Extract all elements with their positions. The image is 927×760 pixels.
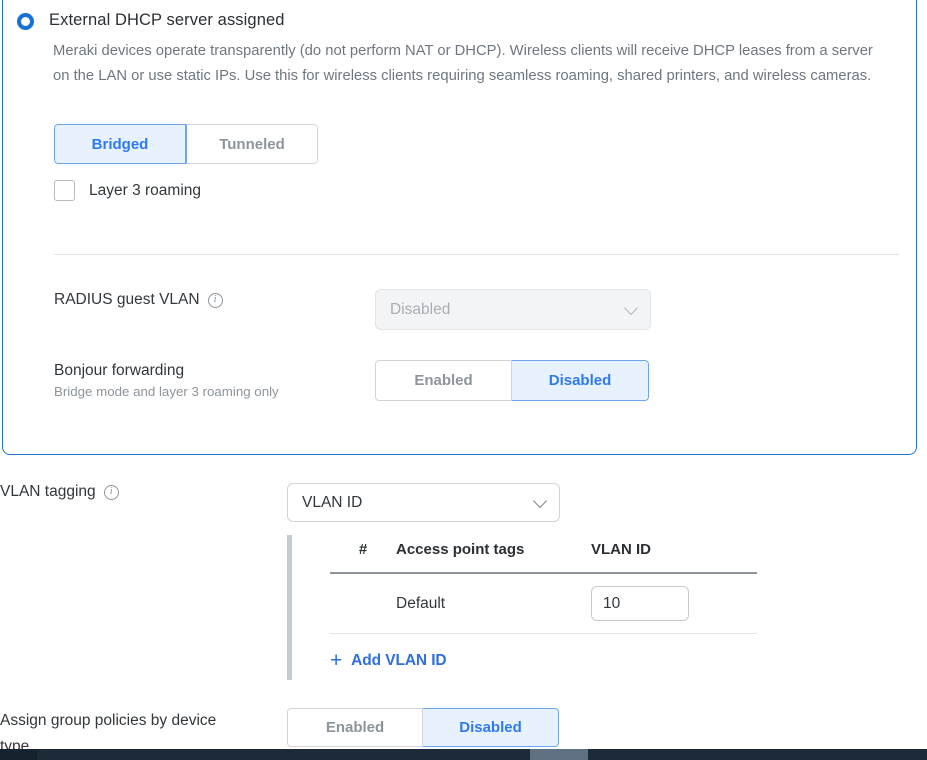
bonjour-option-enabled[interactable]: Enabled xyxy=(375,360,512,401)
bonjour-option-disabled[interactable]: Disabled xyxy=(512,360,649,401)
external-dhcp-card[interactable]: External DHCP server assigned Meraki dev… xyxy=(2,0,917,455)
plus-icon: + xyxy=(330,649,343,672)
vlan-table: # Access point tags VLAN ID Default xyxy=(330,535,757,634)
cell-row-number xyxy=(330,573,396,634)
column-header-vlan-id: VLAN ID xyxy=(591,535,757,574)
external-dhcp-description: Meraki devices operate transparently (do… xyxy=(53,43,873,84)
horizontal-scrollbar[interactable] xyxy=(0,749,927,760)
vlan-table-accent-bar xyxy=(287,535,292,680)
layer3-roaming-label: Layer 3 roaming xyxy=(89,181,202,199)
bonjour-forwarding-toggle[interactable]: Enabled Disabled xyxy=(375,360,649,401)
column-header-access-point-tags: Access point tags xyxy=(396,535,591,574)
external-dhcp-label: External DHCP server assigned xyxy=(49,11,285,29)
add-vlan-id-button[interactable]: + Add VLAN ID xyxy=(330,650,447,671)
assign-option-enabled[interactable]: Enabled xyxy=(287,708,423,747)
bonjour-forwarding-text: Bonjour forwarding xyxy=(54,362,185,379)
vlan-tagging-text: VLAN tagging xyxy=(0,483,96,500)
scrollbar-left-cap xyxy=(0,749,37,760)
vlan-tagging-label: VLAN tagging i xyxy=(0,483,119,501)
radius-guest-vlan-text: RADIUS guest VLAN xyxy=(54,291,200,308)
scrollbar-thumb[interactable] xyxy=(530,749,588,760)
column-header-number: # xyxy=(330,535,396,574)
radio-selected-icon[interactable] xyxy=(17,13,34,30)
cell-vlan-id xyxy=(591,573,757,634)
mode-option-tunneled[interactable]: Tunneled xyxy=(186,124,318,164)
bridging-mode-toggle[interactable]: Bridged Tunneled xyxy=(54,124,318,164)
card-divider xyxy=(54,254,899,255)
mode-option-bridged[interactable]: Bridged xyxy=(54,124,186,164)
assign-group-policies-toggle[interactable]: Enabled Disabled xyxy=(287,708,559,747)
cell-access-point-tags: Default xyxy=(396,573,591,634)
info-icon[interactable]: i xyxy=(207,292,223,308)
assign-option-disabled[interactable]: Disabled xyxy=(423,708,559,747)
vlan-tagging-select[interactable]: VLAN ID xyxy=(287,483,560,522)
external-dhcp-radio-row[interactable]: External DHCP server assigned xyxy=(17,11,285,30)
add-vlan-id-label: Add VLAN ID xyxy=(351,651,447,669)
bonjour-forwarding-sublabel: Bridge mode and layer 3 roaming only xyxy=(54,384,279,399)
info-icon[interactable]: i xyxy=(103,484,119,500)
table-header-row: # Access point tags VLAN ID xyxy=(330,535,757,574)
bonjour-forwarding-label: Bonjour forwarding xyxy=(54,362,184,380)
vlan-tagging-value: VLAN ID xyxy=(302,493,363,511)
radius-guest-vlan-select[interactable]: Disabled xyxy=(375,289,651,330)
layer3-roaming-checkbox[interactable] xyxy=(54,180,75,201)
radius-guest-vlan-value: Disabled xyxy=(390,300,451,318)
settings-page: External DHCP server assigned Meraki dev… xyxy=(0,0,927,760)
layer3-roaming-row[interactable]: Layer 3 roaming xyxy=(54,180,201,201)
vlan-id-input[interactable] xyxy=(591,586,689,621)
radius-guest-vlan-label: RADIUS guest VLAN i xyxy=(54,291,223,309)
table-row: Default xyxy=(330,573,757,634)
chevron-down-icon xyxy=(623,300,639,315)
chevron-down-icon xyxy=(532,493,548,508)
